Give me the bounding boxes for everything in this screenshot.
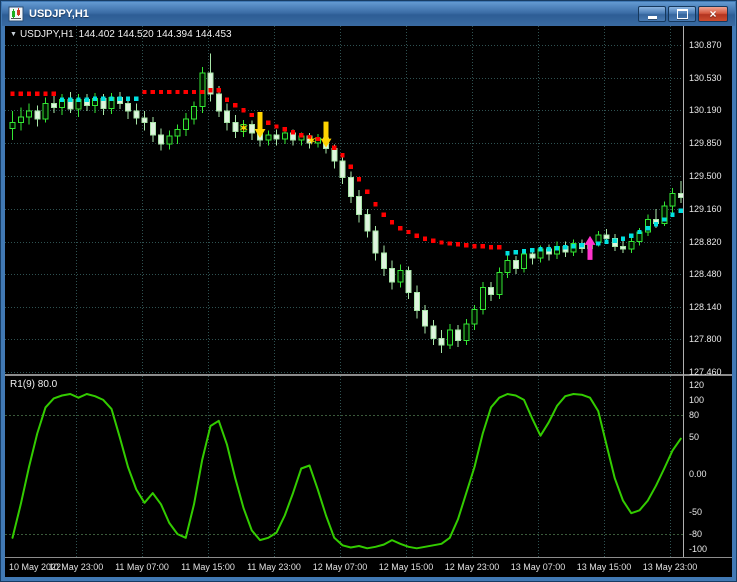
price-tick-label: 129.160 xyxy=(689,203,722,214)
indicator-label: R1(9) 80.0 xyxy=(10,379,58,390)
trend-dots-down xyxy=(10,87,502,250)
time-tick-label: 13 May 07:00 xyxy=(510,562,566,572)
indicator-tick-label: -50 xyxy=(689,506,703,517)
chart-icon xyxy=(8,6,24,22)
price-axis[interactable]: 130.870 130.530 130.190 129.850 129.500 129.1… xyxy=(683,26,732,557)
minimize-button[interactable] xyxy=(638,6,666,22)
price-tick-label: 127.800 xyxy=(689,334,722,345)
buy-arrow-icon xyxy=(584,235,596,260)
indicator-tick-label: -100 xyxy=(689,544,708,555)
sell-star-icon: ✶ xyxy=(306,133,317,148)
indicator-grid xyxy=(76,376,671,557)
chart-ohlc-label: ▼ USDJPY,H1 144.402 144.520 144.394 144.45… xyxy=(10,29,232,40)
time-tick-label: 12 May 07:00 xyxy=(312,562,368,572)
price-tick-label: 128.140 xyxy=(689,301,722,312)
price-tick-label: 129.500 xyxy=(689,171,722,182)
maximize-icon xyxy=(676,9,688,19)
indicator-tick-label: 120 xyxy=(689,380,705,391)
indicator-tick-label: 80 xyxy=(689,409,700,420)
close-icon: × xyxy=(709,7,717,21)
chart-symbol-label: USDJPY,H1 xyxy=(19,29,74,40)
time-tick-label: 10 May 23:00 xyxy=(48,562,104,572)
price-tick-label: 129.850 xyxy=(689,137,722,148)
trend-dots-up xyxy=(59,96,683,256)
time-tick-label: 13 May 15:00 xyxy=(576,562,632,572)
price-tick-label: 130.530 xyxy=(689,72,722,83)
indicator-tick-label: 50 xyxy=(689,432,700,443)
time-tick-label: 11 May 23:00 xyxy=(247,562,301,572)
sell-arrow-icon xyxy=(254,112,266,139)
chart-window: USDJPY,H1 × ✶ ✶ ▼ USDJPY,H1 144.402 144.520… xyxy=(0,0,737,582)
price-tick-label: 128.480 xyxy=(689,269,722,280)
time-tick-label: 13 May 23:00 xyxy=(642,562,698,572)
main-chart-canvas[interactable]: ✶✶ xyxy=(5,26,683,374)
indicator-levels xyxy=(5,415,683,535)
chart-menu-icon[interactable]: ▼ xyxy=(10,31,17,38)
price-tick-label: 130.190 xyxy=(689,105,722,116)
oscillator-line xyxy=(11,393,682,550)
maximize-button[interactable] xyxy=(668,6,696,22)
chart-ohlc-values: 144.402 144.520 144.394 144.453 xyxy=(78,29,232,40)
window-title: USDJPY,H1 xyxy=(29,8,89,20)
time-tick-label: 11 May 07:00 xyxy=(115,562,169,572)
indicator-tick-label: 0.00 xyxy=(689,469,707,480)
window-controls: × xyxy=(638,6,728,22)
main-grid xyxy=(5,26,683,374)
time-axis[interactable]: 10 May 2022 10 May 23:00 11 May 07:00 11 Ma… xyxy=(5,558,732,577)
price-tick-label: 128.820 xyxy=(689,236,722,247)
sell-star-icon: ✶ xyxy=(238,120,249,135)
close-button[interactable]: × xyxy=(698,6,728,22)
time-tick-label: 11 May 15:00 xyxy=(181,562,235,572)
price-tick-label: 127.460 xyxy=(689,366,722,377)
indicator-tick-label: -80 xyxy=(689,529,703,540)
price-tick-label: 130.870 xyxy=(689,39,722,50)
indicator-tick-label: 100 xyxy=(689,394,705,405)
indicator-canvas[interactable] xyxy=(5,376,683,557)
minimize-icon xyxy=(647,16,657,19)
time-tick-label: 12 May 15:00 xyxy=(378,562,434,572)
time-tick-label: 12 May 23:00 xyxy=(444,562,500,572)
title-bar[interactable]: USDJPY,H1 × xyxy=(2,2,735,26)
chart-client-area: ✶ ✶ ▼ USDJPY,H1 144.402 144.520 144.394 144… xyxy=(5,26,732,577)
